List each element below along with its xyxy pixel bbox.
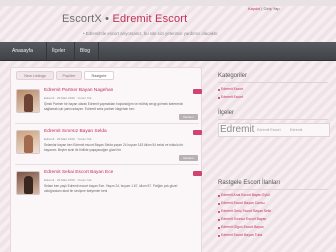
thumbnail-figure bbox=[24, 94, 33, 112]
post-thumbnail[interactable] bbox=[16, 130, 40, 154]
category-item[interactable]: Edremit Escort bbox=[221, 87, 243, 91]
widget-rule bbox=[218, 82, 328, 83]
comment-count-badge[interactable] bbox=[193, 130, 202, 135]
list-bullet bbox=[218, 89, 220, 91]
tab-new-listings[interactable]: New Listings bbox=[16, 71, 54, 80]
register-link[interactable]: Giriş Yap bbox=[264, 6, 280, 11]
main-navbar: Anasayfa İlçeler Blog bbox=[0, 42, 336, 61]
login-link[interactable]: Kaydol bbox=[248, 6, 260, 11]
post-meta: Edremit · 20 Mart 2019 · Yorum Yok bbox=[44, 178, 92, 182]
sidebar: Kategoriler Edremit Escort Edremit Escor… bbox=[212, 67, 334, 252]
random-listing-item[interactable]: Edremit Genç Escort Bayan Selin bbox=[221, 209, 271, 213]
thumbnail-figure bbox=[24, 176, 33, 194]
post-author[interactable]: Edremit bbox=[44, 178, 54, 182]
widget-title-districts: İlçeler bbox=[218, 110, 235, 116]
post-thumbnail[interactable] bbox=[16, 89, 40, 113]
widget-rule bbox=[218, 189, 328, 190]
site-title-city: Edremit Escort bbox=[112, 13, 188, 25]
post-excerpt: Şimdi Partner bir bayan olarak Edremit y… bbox=[44, 102, 183, 111]
nav-divider bbox=[74, 42, 75, 61]
thumbnail-figure bbox=[24, 135, 33, 153]
post-divider bbox=[15, 164, 199, 165]
nav-item-home[interactable]: Anasayfa bbox=[12, 48, 33, 54]
post-excerpt: Selamlar bayan ben Edremit escort Bayan … bbox=[44, 143, 184, 152]
list-bullet bbox=[218, 227, 220, 229]
nav-divider bbox=[98, 42, 99, 61]
comment-count-badge[interactable] bbox=[193, 89, 202, 94]
post-author[interactable]: Edremit bbox=[44, 137, 54, 141]
site-title-bullet: • bbox=[101, 13, 113, 25]
list-bullet bbox=[218, 211, 220, 213]
widget-title-categories: Kategoriler bbox=[218, 73, 248, 79]
widget-rule bbox=[218, 119, 328, 120]
post-date: 20 Mart 2019 bbox=[57, 137, 75, 141]
site-title-brand: EscortX bbox=[62, 13, 102, 25]
post-title[interactable]: Edremit Partner Bayan Nagehan bbox=[44, 88, 113, 93]
list-bullet bbox=[218, 97, 220, 99]
post-divider bbox=[15, 123, 199, 124]
post-comments[interactable]: Yorum Yok bbox=[77, 96, 91, 100]
random-listing-item[interactable]: Edremit Olgun Escort Bayan bbox=[221, 225, 264, 229]
post-thumbnail[interactable] bbox=[16, 171, 40, 195]
post-excerpt: Selam ben yaşlı Edremit escort bayan Ece… bbox=[44, 184, 178, 193]
nav-item-districts[interactable]: İlçeler bbox=[52, 48, 65, 54]
post-author[interactable]: Edremit bbox=[44, 96, 54, 100]
tab-popular[interactable]: Popüler bbox=[56, 71, 82, 80]
nav-item-blog[interactable]: Blog bbox=[80, 48, 90, 54]
list-bullet bbox=[218, 203, 220, 205]
post-meta: Edremit · 20 Mart 2019 · Yorum Yok bbox=[44, 96, 92, 100]
tab-random[interactable]: Rastgele bbox=[84, 71, 114, 80]
random-listing-item[interactable]: Edremit Sınırsız Escort Bayan bbox=[221, 217, 266, 221]
list-bullet bbox=[218, 195, 220, 197]
post-comments[interactable]: Yorum Yok bbox=[77, 178, 91, 182]
post-meta: Edremit · 20 Mart 2019 · Yorum Yok bbox=[44, 137, 92, 141]
top-bar bbox=[0, 0, 336, 6]
post-title[interactable]: Edremit Sınırsız Bayan Selda bbox=[44, 129, 107, 134]
list-bullet bbox=[218, 219, 220, 221]
tag-link-small[interactable]: Edremit bbox=[290, 128, 302, 132]
post-date: 20 Mart 2019 bbox=[57, 96, 75, 100]
list-bullet bbox=[218, 235, 220, 237]
nav-divider bbox=[46, 42, 47, 61]
read-more-button[interactable]: Devamı bbox=[179, 114, 198, 120]
post-date: 20 Mart 2019 bbox=[57, 178, 75, 182]
post-comments[interactable]: Yorum Yok bbox=[77, 137, 91, 141]
category-item[interactable]: Edremit Escort bbox=[221, 95, 243, 99]
tag-link-small[interactable]: Edremit Escort bbox=[257, 128, 281, 132]
account-links: Kaydol | Giriş Yap bbox=[248, 6, 280, 11]
site-tagline: • Edremit'de escort arıyorsanız, bu site… bbox=[83, 31, 219, 36]
random-listing-item[interactable]: Edremit Anal Escort Bayan Eylül bbox=[221, 193, 270, 197]
read-more-button[interactable]: Devamı bbox=[179, 155, 198, 161]
site-title[interactable]: EscortX • Edremit Escort bbox=[62, 13, 302, 25]
post-title[interactable]: Edremit Sekai Escort Bayan Ece bbox=[44, 170, 113, 175]
comment-count-badge[interactable] bbox=[193, 171, 202, 176]
random-listing-item[interactable]: Edremit Escort Bayan Tuba bbox=[221, 233, 262, 237]
post-list-panel: New Listings Popüler Rastgele Edremit Pa… bbox=[10, 67, 202, 252]
random-listing-item[interactable]: Edremit Escort Bayan Cansu bbox=[221, 201, 265, 205]
tag-link-large[interactable]: Edremit bbox=[220, 124, 254, 135]
widget-title-random-listings: Rastgele Escort İlanları bbox=[218, 180, 281, 186]
